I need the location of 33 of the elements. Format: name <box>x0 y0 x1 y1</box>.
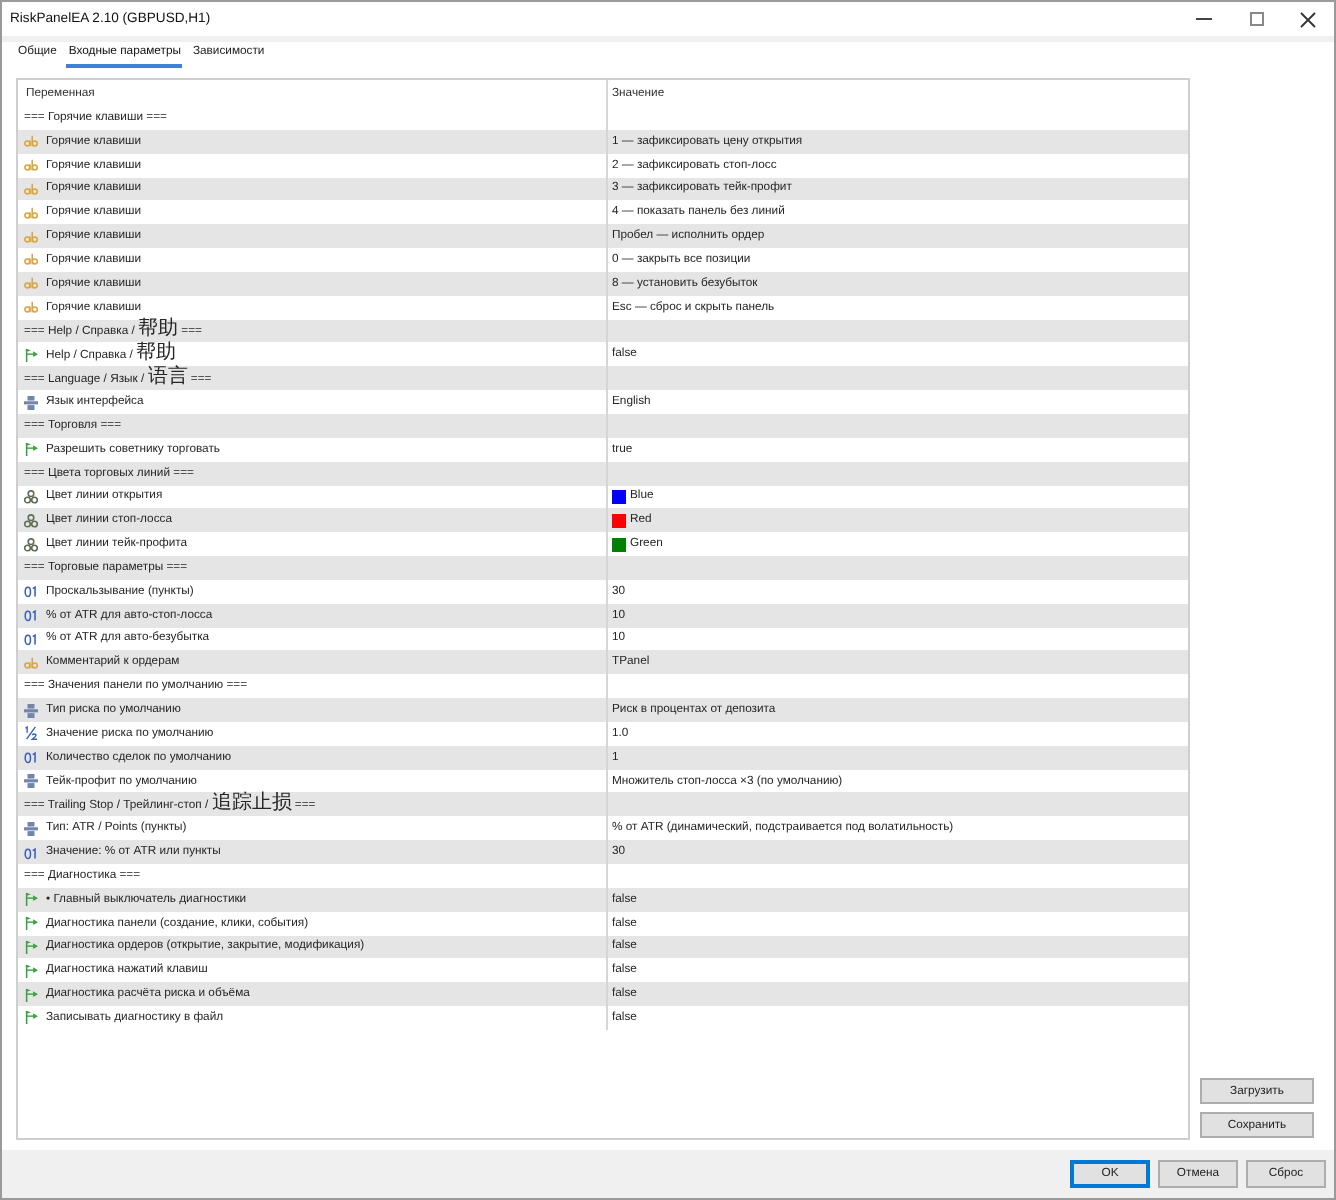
branch-arrow-icon <box>24 892 38 907</box>
branch-arrow-icon <box>24 987 38 1002</box>
number-type-icon <box>24 584 38 599</box>
number-type-icon <box>24 631 38 646</box>
three-circles-icon <box>24 489 38 504</box>
maximize-icon <box>1249 12 1263 26</box>
branch-arrow-icon <box>24 347 38 362</box>
branch-arrow-icon <box>24 916 38 931</box>
branch-arrow-icon <box>24 939 38 954</box>
text-type-icon <box>24 252 38 267</box>
text-type-icon <box>24 276 38 291</box>
text-type-icon <box>24 229 38 244</box>
stack-icon <box>24 821 38 836</box>
text-type-icon <box>24 181 38 196</box>
three-circles-icon <box>24 537 38 552</box>
close-icon <box>1300 11 1316 27</box>
text-type-icon <box>24 134 38 149</box>
text-type-icon <box>24 655 38 670</box>
text-type-icon <box>24 300 38 315</box>
branch-arrow-icon <box>24 1010 38 1025</box>
three-circles-icon <box>24 513 38 528</box>
fraction-icon <box>24 726 38 741</box>
number-type-icon <box>24 750 38 765</box>
stack-icon <box>24 703 38 718</box>
minimize-icon <box>1196 18 1212 20</box>
number-type-icon <box>24 845 38 860</box>
stack-icon <box>24 774 38 789</box>
number-type-icon <box>24 608 38 623</box>
stack-icon <box>24 395 38 410</box>
branch-arrow-icon <box>24 963 38 978</box>
branch-arrow-icon <box>24 442 38 457</box>
text-type-icon <box>24 158 38 173</box>
text-type-icon <box>24 205 38 220</box>
